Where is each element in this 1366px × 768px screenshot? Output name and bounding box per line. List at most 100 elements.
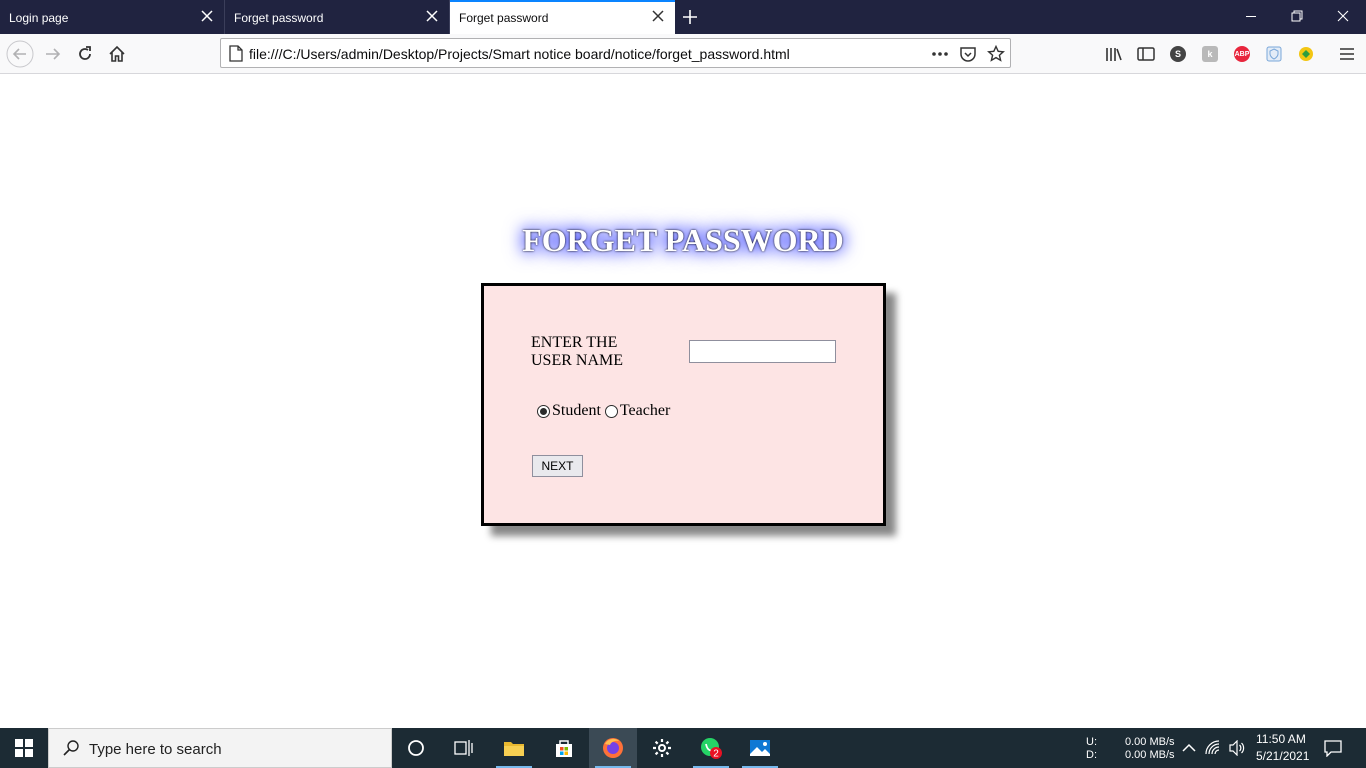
net-down-label: D: <box>1086 749 1097 761</box>
start-button[interactable] <box>0 728 48 768</box>
store-button[interactable] <box>540 728 588 768</box>
minimize-button[interactable] <box>1228 0 1274 34</box>
store-bag-icon <box>556 740 572 757</box>
student-radio[interactable] <box>537 404 550 418</box>
bookmark-button[interactable] <box>986 44 1006 64</box>
adblock-plus-icon: ABP <box>1234 46 1250 62</box>
chevron-up-icon <box>1182 743 1196 752</box>
restore-icon <box>1291 10 1303 22</box>
windows-taskbar: Type here to search 2 U: D: 0.00 MB/s 0.… <box>0 728 1366 768</box>
show-hidden-icons-button[interactable] <box>1180 739 1198 757</box>
forward-arrow-icon <box>46 48 61 60</box>
forward-button[interactable] <box>39 40 67 68</box>
teacher-radio[interactable] <box>604 404 618 418</box>
whatsapp-badge: 2 <box>713 749 719 760</box>
cortana-button[interactable] <box>392 728 440 768</box>
green-extension-icon <box>1299 47 1313 61</box>
whatsapp-icon: 2 <box>701 738 722 760</box>
taskbar-search-box[interactable]: Type here to search <box>48 728 392 768</box>
firefox-icon <box>603 738 623 758</box>
restore-button[interactable] <box>1274 0 1320 34</box>
task-view-icon <box>454 740 473 756</box>
close-icon <box>1337 10 1349 22</box>
tab-strip: Login page Forget password Forget passwo… <box>0 0 1366 34</box>
file-explorer-button[interactable] <box>490 728 538 768</box>
menu-button[interactable] <box>1336 43 1358 65</box>
home-button[interactable] <box>103 40 131 68</box>
username-label-line2: USER NAME <box>531 352 624 369</box>
extension-s-button[interactable]: S <box>1167 43 1189 65</box>
page-content: FORGET PASSWORD ENTER THE USER NAME Stud… <box>0 74 1366 728</box>
search-placeholder: Type here to search <box>89 741 222 758</box>
reload-icon <box>79 46 91 60</box>
next-button[interactable]: NEXT <box>532 455 583 477</box>
page-file-icon <box>229 45 243 62</box>
hamburger-menu-icon <box>1340 48 1354 60</box>
folder-icon <box>504 742 524 756</box>
close-icon[interactable] <box>425 9 439 23</box>
net-down-value: 0.00 MB/s <box>1125 749 1175 761</box>
pocket-button[interactable] <box>958 44 978 64</box>
pocket-icon <box>960 47 976 62</box>
volume-button[interactable] <box>1228 739 1246 757</box>
library-icon <box>1106 48 1122 61</box>
close-icon[interactable] <box>200 9 214 23</box>
reload-button[interactable] <box>71 40 99 68</box>
tab-login-page[interactable]: Login page <box>0 0 225 34</box>
shield-icon <box>1266 46 1282 62</box>
photos-button[interactable] <box>736 728 784 768</box>
role-radio-group: Student Teacher <box>536 402 670 420</box>
username-label-line1: ENTER THE <box>531 334 618 351</box>
page-actions-button[interactable] <box>930 44 950 64</box>
tab-title: Forget password <box>234 11 324 25</box>
navigation-toolbar: file:///C:/Users/admin/Desktop/Projects/… <box>0 34 1366 74</box>
star-icon <box>987 45 1005 62</box>
firefox-button[interactable] <box>589 728 637 768</box>
speaker-icon <box>1229 740 1245 756</box>
net-up-value: 0.00 MB/s <box>1125 736 1175 748</box>
cortana-circle-icon <box>408 740 424 756</box>
clock-time[interactable]: 11:50 AM <box>1256 732 1306 746</box>
back-arrow-icon <box>6 40 34 68</box>
extension-shield-button[interactable] <box>1263 43 1285 65</box>
student-radio-label[interactable]: Student <box>552 402 601 420</box>
whatsapp-button[interactable]: 2 <box>687 728 735 768</box>
notification-icon <box>1324 740 1342 757</box>
new-tab-icon[interactable] <box>680 7 700 27</box>
back-button[interactable] <box>6 40 34 68</box>
home-icon <box>109 45 125 62</box>
username-input[interactable] <box>689 340 836 363</box>
close-window-button[interactable] <box>1320 0 1366 34</box>
windows-logo-icon <box>15 739 33 757</box>
action-center-button[interactable] <box>1324 739 1342 757</box>
s-icon: S <box>1170 46 1186 62</box>
library-button[interactable] <box>1103 43 1125 65</box>
tab-title: Login page <box>9 11 69 25</box>
network-button[interactable] <box>1204 739 1222 757</box>
extension-green-button[interactable] <box>1295 43 1317 65</box>
url-text[interactable]: file:///C:/Users/admin/Desktop/Projects/… <box>249 46 790 62</box>
wifi-icon <box>1205 740 1220 755</box>
minimize-icon <box>1246 16 1256 17</box>
search-icon <box>63 740 79 756</box>
gear-icon <box>653 739 671 757</box>
tab-forget-password-1[interactable]: Forget password <box>225 0 450 34</box>
clock-date[interactable]: 5/21/2021 <box>1256 749 1309 763</box>
extension-k-button[interactable]: k <box>1199 43 1221 65</box>
sidebar-icon <box>1137 47 1155 61</box>
sidebar-button[interactable] <box>1135 43 1157 65</box>
teacher-radio-label[interactable]: Teacher <box>620 402 670 420</box>
page-title: FORGET PASSWORD <box>522 222 844 258</box>
adblock-plus-button[interactable]: ABP <box>1231 43 1253 65</box>
tab-title: Forget password <box>459 11 549 25</box>
photos-icon <box>750 740 770 756</box>
settings-button[interactable] <box>638 728 686 768</box>
address-bar[interactable]: file:///C:/Users/admin/Desktop/Projects/… <box>220 38 1011 68</box>
forget-password-form: ENTER THE USER NAME Student Teacher NEXT <box>481 283 886 526</box>
tab-forget-password-2[interactable]: Forget password <box>450 0 675 34</box>
close-icon[interactable] <box>651 9 665 23</box>
net-up-label: U: <box>1086 736 1097 748</box>
username-label: ENTER THE USER NAME <box>531 334 651 370</box>
task-view-button[interactable] <box>440 728 488 768</box>
k-icon: k <box>1202 46 1218 62</box>
